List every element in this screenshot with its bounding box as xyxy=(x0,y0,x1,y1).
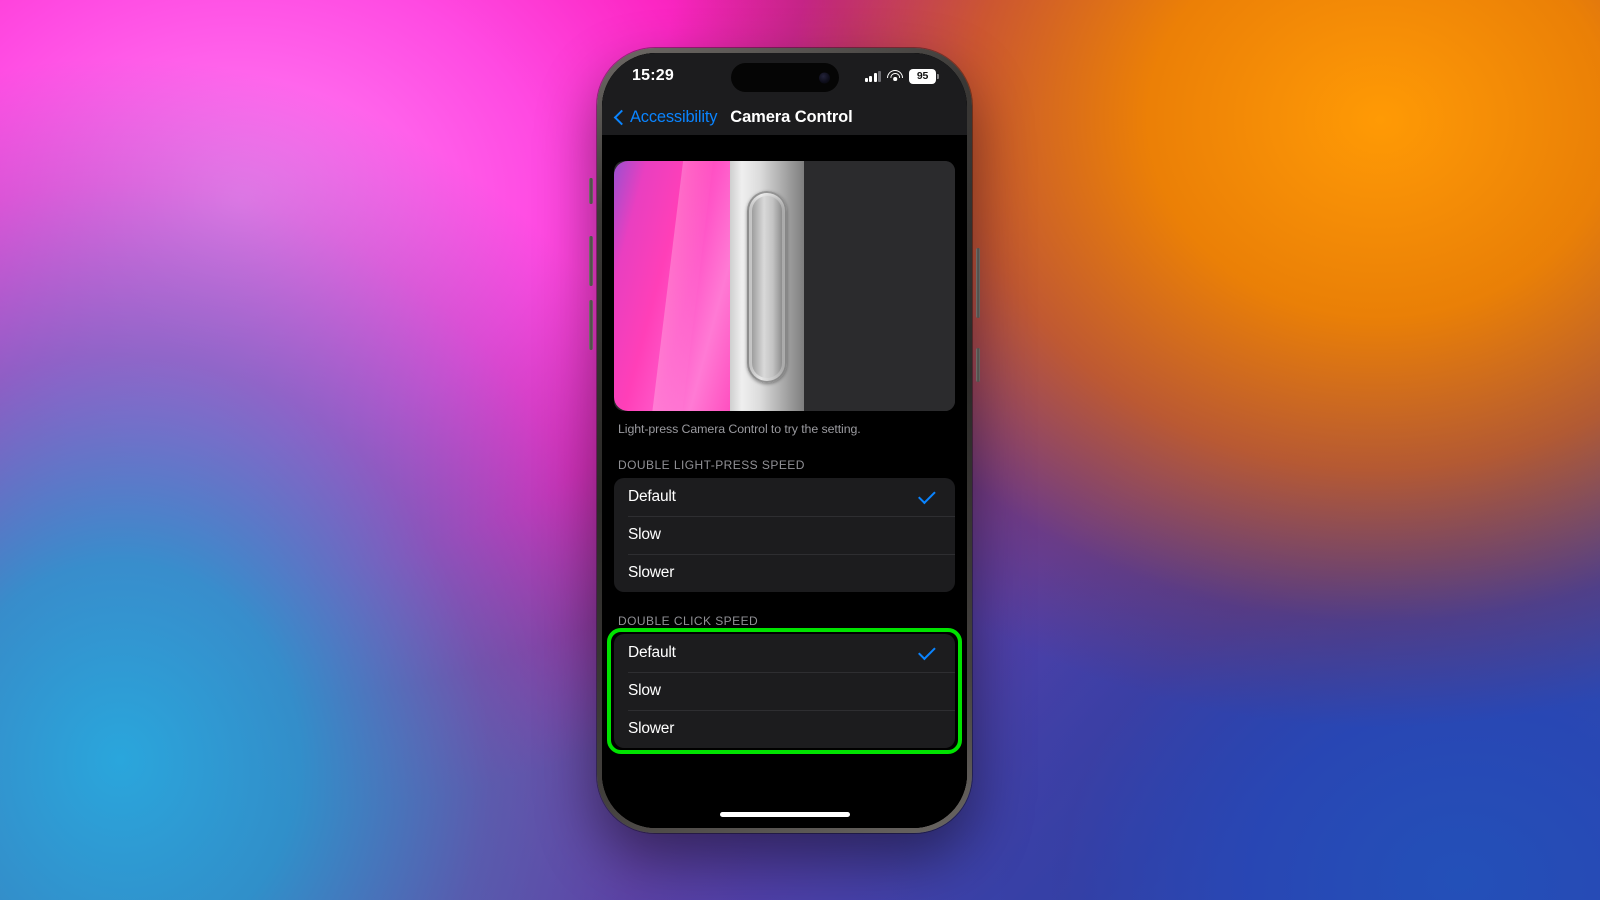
checkmark-icon xyxy=(918,642,936,660)
option-row[interactable]: Slower xyxy=(614,554,955,592)
mute-button[interactable] xyxy=(589,178,593,204)
back-button[interactable]: Accessibility xyxy=(613,107,718,127)
phone-screen: 15:29 95 Accessibility Camera Control Li… xyxy=(602,53,967,828)
home-indicator[interactable] xyxy=(719,812,850,817)
option-row[interactable]: Slow xyxy=(614,516,955,554)
camera-control-button-inner xyxy=(752,196,782,378)
device-screen-bezel: 15:29 95 Accessibility Camera Control Li… xyxy=(602,53,967,828)
wifi-icon xyxy=(887,70,903,82)
camera-control-button-illustration[interactable] xyxy=(747,191,787,383)
option-label: Slower xyxy=(628,720,675,737)
option-row[interactable]: Slow xyxy=(614,672,955,710)
front-camera-icon xyxy=(818,72,830,83)
options-group-double-light-press-speed: Default Slow Slower xyxy=(614,478,955,592)
camera-control-hardware-button[interactable] xyxy=(976,348,980,382)
wallpaper-background: 15:29 95 Accessibility Camera Control Li… xyxy=(0,0,1600,900)
status-time: 15:29 xyxy=(632,67,674,84)
back-button-label: Accessibility xyxy=(630,107,718,126)
power-button[interactable] xyxy=(976,248,980,318)
battery-level-label: 95 xyxy=(909,68,936,84)
page-title: Camera Control xyxy=(730,107,853,126)
option-label: Slow xyxy=(628,526,661,543)
preview-caption: Light-press Camera Control to try the se… xyxy=(618,422,861,436)
options-group-double-click-speed: Default Slow Slower xyxy=(614,634,955,748)
signal-bars-icon xyxy=(864,70,881,82)
volume-up-button[interactable] xyxy=(589,236,593,286)
status-bar: 15:29 95 xyxy=(602,53,967,99)
dynamic-island xyxy=(730,63,839,92)
illustration-background xyxy=(804,161,955,411)
chevron-left-icon xyxy=(613,109,630,125)
status-indicators: 95 xyxy=(864,68,939,84)
checkmark-icon xyxy=(918,486,936,504)
illustration-phone-screen xyxy=(614,161,730,411)
navigation-bar: Accessibility Camera Control xyxy=(602,99,967,135)
option-row[interactable]: Default xyxy=(614,478,955,516)
illustration-phone-edge xyxy=(730,161,804,411)
settings-content: Light-press Camera Control to try the se… xyxy=(602,161,967,828)
battery-nub xyxy=(937,73,939,79)
option-label: Slower xyxy=(628,564,675,581)
option-row[interactable]: Slower xyxy=(614,710,955,748)
option-label: Slow xyxy=(628,682,661,699)
iphone-device-frame: 15:29 95 Accessibility Camera Control Li… xyxy=(589,48,980,833)
options-group-double-click-speed-wrapper: Default Slow Slower xyxy=(602,628,967,754)
volume-down-button[interactable] xyxy=(589,300,593,350)
option-label: Default xyxy=(628,644,676,661)
camera-control-illustration xyxy=(614,161,955,411)
section-header-double-click-speed: DOUBLE CLICK SPEED xyxy=(618,614,759,628)
option-row[interactable]: Default xyxy=(614,634,955,672)
option-label: Default xyxy=(628,488,676,505)
battery-icon: 95 xyxy=(909,68,939,84)
section-header-double-light-press-speed: DOUBLE LIGHT-PRESS SPEED xyxy=(618,458,805,472)
